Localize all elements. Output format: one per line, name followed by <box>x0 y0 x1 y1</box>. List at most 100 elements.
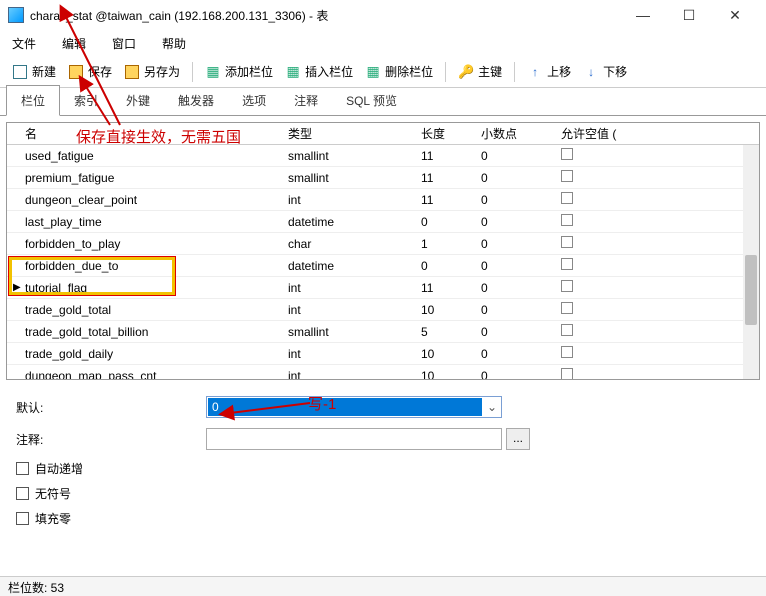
cell-length[interactable]: 0 <box>415 257 475 275</box>
cell-name[interactable]: trade_gold_total_billion <box>19 323 282 341</box>
cell-decimal[interactable]: 0 <box>475 301 555 319</box>
cell-name[interactable]: trade_gold_daily <box>19 345 282 363</box>
cell-name[interactable]: used_fatigue <box>19 147 282 165</box>
checkbox-icon[interactable] <box>561 192 573 204</box>
auto-increment-checkbox[interactable]: 自动递增 <box>16 460 750 477</box>
table-row[interactable]: forbidden_due_todatetime00 <box>7 255 759 277</box>
cell-allow-null[interactable] <box>555 256 635 275</box>
cell-type[interactable]: smallint <box>282 169 415 187</box>
unsigned-checkbox[interactable]: 无符号 <box>16 485 750 502</box>
tab-triggers[interactable]: 触发器 <box>164 86 228 115</box>
default-value[interactable]: 0 <box>208 398 482 416</box>
cell-type[interactable]: smallint <box>282 147 415 165</box>
cell-name[interactable]: dungeon_map_pass_cnt <box>19 367 282 380</box>
cell-decimal[interactable]: 0 <box>475 213 555 231</box>
cell-allow-null[interactable] <box>555 300 635 319</box>
move-down-button[interactable]: ↓下移 <box>577 61 633 82</box>
comment-input[interactable] <box>206 428 502 450</box>
cell-type[interactable]: datetime <box>282 213 415 231</box>
delete-field-button[interactable]: ▦删除栏位 <box>359 61 439 82</box>
menu-help[interactable]: 帮助 <box>162 35 186 52</box>
table-row[interactable]: trade_gold_total_billionsmallint50 <box>7 321 759 343</box>
table-row[interactable]: last_play_timedatetime00 <box>7 211 759 233</box>
checkbox-icon[interactable] <box>561 214 573 226</box>
vertical-scrollbar[interactable] <box>743 145 759 379</box>
cell-decimal[interactable]: 0 <box>475 191 555 209</box>
menu-window[interactable]: 窗口 <box>112 35 136 52</box>
scrollbar-thumb[interactable] <box>745 255 757 325</box>
insert-field-button[interactable]: ▦插入栏位 <box>279 61 359 82</box>
cell-decimal[interactable]: 0 <box>475 169 555 187</box>
table-row[interactable]: used_fatiguesmallint110 <box>7 145 759 167</box>
checkbox-icon[interactable] <box>561 302 573 314</box>
cell-length[interactable]: 1 <box>415 235 475 253</box>
cell-allow-null[interactable] <box>555 212 635 231</box>
dropdown-icon[interactable]: ⌄ <box>483 400 501 414</box>
tab-options[interactable]: 选项 <box>228 86 280 115</box>
cell-type[interactable]: datetime <box>282 257 415 275</box>
primary-key-button[interactable]: 🔑主键 <box>452 61 508 82</box>
cell-decimal[interactable]: 0 <box>475 367 555 380</box>
cell-name[interactable]: tutorial_flag <box>19 279 282 297</box>
cell-allow-null[interactable] <box>555 278 635 297</box>
checkbox-icon[interactable] <box>561 148 573 160</box>
tab-fields[interactable]: 栏位 <box>6 85 60 116</box>
cell-decimal[interactable]: 0 <box>475 147 555 165</box>
table-row[interactable]: ▶tutorial_flagint110 <box>7 277 759 299</box>
cell-decimal[interactable]: 0 <box>475 257 555 275</box>
cell-decimal[interactable]: 0 <box>475 279 555 297</box>
header-name[interactable]: 名 <box>7 122 282 145</box>
checkbox-icon[interactable] <box>561 280 573 292</box>
cell-length[interactable]: 11 <box>415 191 475 209</box>
cell-type[interactable]: int <box>282 191 415 209</box>
cell-allow-null[interactable] <box>555 366 635 379</box>
table-row[interactable]: dungeon_map_pass_cntint100 <box>7 365 759 379</box>
cell-name[interactable]: last_play_time <box>19 213 282 231</box>
default-combobox[interactable]: 0 ⌄ <box>206 396 502 418</box>
cell-allow-null[interactable] <box>555 190 635 209</box>
menu-edit[interactable]: 编辑 <box>62 35 86 52</box>
maximize-button[interactable]: ☐ <box>666 0 712 30</box>
cell-allow-null[interactable] <box>555 344 635 363</box>
zerofill-checkbox[interactable]: 填充零 <box>16 510 750 527</box>
table-row[interactable]: premium_fatiguesmallint110 <box>7 167 759 189</box>
checkbox-icon[interactable] <box>561 346 573 358</box>
cell-name[interactable]: premium_fatigue <box>19 169 282 187</box>
cell-name[interactable]: dungeon_clear_point <box>19 191 282 209</box>
cell-name[interactable]: trade_gold_total <box>19 301 282 319</box>
menu-file[interactable]: 文件 <box>12 35 36 52</box>
cell-decimal[interactable]: 0 <box>475 345 555 363</box>
checkbox-icon[interactable] <box>561 170 573 182</box>
table-row[interactable]: trade_gold_dailyint100 <box>7 343 759 365</box>
cell-type[interactable]: char <box>282 235 415 253</box>
cell-length[interactable]: 10 <box>415 367 475 380</box>
cell-length[interactable]: 5 <box>415 323 475 341</box>
minimize-button[interactable]: — <box>620 0 666 30</box>
tab-fk[interactable]: 外键 <box>112 86 164 115</box>
new-button[interactable]: 新建 <box>6 61 62 82</box>
cell-type[interactable]: int <box>282 345 415 363</box>
checkbox-icon[interactable] <box>561 236 573 248</box>
tab-comment[interactable]: 注释 <box>280 86 332 115</box>
cell-type[interactable]: int <box>282 367 415 380</box>
tab-sql-preview[interactable]: SQL 预览 <box>332 86 411 115</box>
add-field-button[interactable]: ▦添加栏位 <box>199 61 279 82</box>
cell-allow-null[interactable] <box>555 146 635 165</box>
cell-allow-null[interactable] <box>555 322 635 341</box>
close-button[interactable]: ✕ <box>712 0 758 30</box>
cell-name[interactable]: forbidden_due_to <box>19 257 282 275</box>
cell-type[interactable]: int <box>282 301 415 319</box>
checkbox-icon[interactable] <box>561 368 573 379</box>
cell-length[interactable]: 10 <box>415 345 475 363</box>
cell-decimal[interactable]: 0 <box>475 235 555 253</box>
header-type[interactable]: 类型 <box>282 122 415 145</box>
cell-name[interactable]: forbidden_to_play <box>19 235 282 253</box>
header-decimal[interactable]: 小数点 <box>475 122 555 145</box>
grid-body[interactable]: used_fatiguesmallint110premium_fatiguesm… <box>7 145 759 379</box>
save-as-button[interactable]: 另存为 <box>118 61 186 82</box>
table-row[interactable]: forbidden_to_playchar10 <box>7 233 759 255</box>
cell-length[interactable]: 11 <box>415 169 475 187</box>
save-button[interactable]: 保存 <box>62 61 118 82</box>
cell-type[interactable]: smallint <box>282 323 415 341</box>
cell-length[interactable]: 11 <box>415 279 475 297</box>
